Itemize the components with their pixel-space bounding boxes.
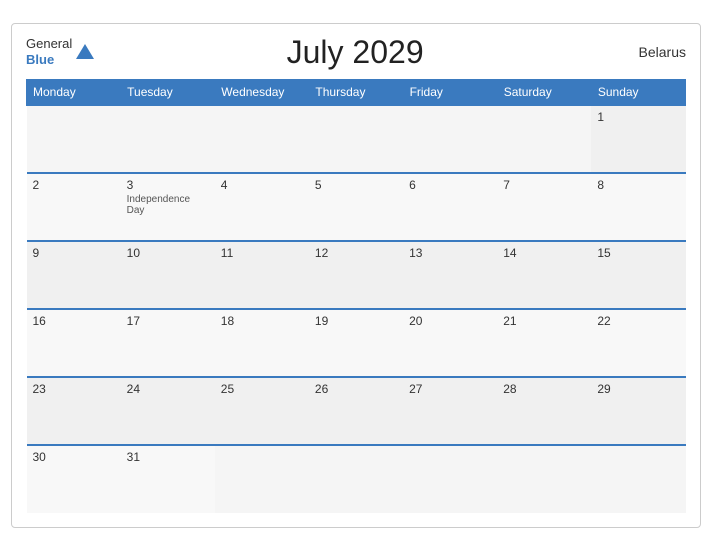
calendar-cell (215, 445, 309, 513)
calendar-cell: 20 (403, 309, 497, 377)
day-number: 16 (33, 314, 115, 328)
calendar-cell: 27 (403, 377, 497, 445)
day-number: 28 (503, 382, 585, 396)
day-number: 18 (221, 314, 303, 328)
day-number: 31 (127, 450, 209, 464)
day-number: 15 (597, 246, 679, 260)
day-number: 20 (409, 314, 491, 328)
day-number: 10 (127, 246, 209, 260)
day-number: 4 (221, 178, 303, 192)
day-number: 12 (315, 246, 397, 260)
logo-blue: Blue (26, 52, 72, 68)
calendar-cell: 26 (309, 377, 403, 445)
logo-text: General Blue (26, 36, 72, 67)
calendar-cell: 8 (591, 173, 685, 241)
calendar-cell: 5 (309, 173, 403, 241)
day-number: 13 (409, 246, 491, 260)
calendar-cell: 17 (121, 309, 215, 377)
day-number: 8 (597, 178, 679, 192)
calendar-cell (403, 445, 497, 513)
header-monday: Monday (27, 79, 121, 105)
day-number: 2 (33, 178, 115, 192)
calendar-cell: 24 (121, 377, 215, 445)
calendar-cell (215, 105, 309, 173)
calendar-cell: 9 (27, 241, 121, 309)
calendar-cell: 15 (591, 241, 685, 309)
calendar-cell: 19 (309, 309, 403, 377)
week-row-1: 1 (27, 105, 686, 173)
week-row-3: 9 10 11 12 13 14 15 (27, 241, 686, 309)
calendar-cell (121, 105, 215, 173)
day-number: 25 (221, 382, 303, 396)
calendar-grid: Monday Tuesday Wednesday Thursday Friday… (26, 79, 686, 513)
calendar-cell: 13 (403, 241, 497, 309)
week-row-2: 23 Independence Day 45678 (27, 173, 686, 241)
day-headers-row: Monday Tuesday Wednesday Thursday Friday… (27, 79, 686, 105)
header-sunday: Sunday (591, 79, 685, 105)
calendar-cell: 23 (27, 377, 121, 445)
calendar-header: General Blue July 2029 Belarus (26, 34, 686, 71)
day-number: 7 (503, 178, 585, 192)
calendar-cell: 29 (591, 377, 685, 445)
day-number: 29 (597, 382, 679, 396)
day-number: 21 (503, 314, 585, 328)
calendar-cell: 2 (27, 173, 121, 241)
day-number: 5 (315, 178, 397, 192)
calendar-cell: 25 (215, 377, 309, 445)
calendar-cell: 30 (27, 445, 121, 513)
logo-general: General (26, 36, 72, 52)
day-number: 6 (409, 178, 491, 192)
calendar-cell (309, 445, 403, 513)
day-number: 14 (503, 246, 585, 260)
calendar-title: July 2029 (94, 34, 616, 71)
day-number: 22 (597, 314, 679, 328)
header-friday: Friday (403, 79, 497, 105)
calendar-cell: 3 Independence Day (121, 173, 215, 241)
calendar-container: General Blue July 2029 Belarus Monday Tu… (11, 23, 701, 528)
calendar-cell: 12 (309, 241, 403, 309)
calendar-cell (497, 445, 591, 513)
calendar-cell: 21 (497, 309, 591, 377)
logo-triangle-icon (76, 44, 94, 59)
calendar-cell: 22 (591, 309, 685, 377)
header-thursday: Thursday (309, 79, 403, 105)
day-number: 26 (315, 382, 397, 396)
header-wednesday: Wednesday (215, 79, 309, 105)
day-number: 30 (33, 450, 115, 464)
logo: General Blue (26, 36, 94, 67)
country-name: Belarus (616, 44, 686, 60)
day-number: 27 (409, 382, 491, 396)
calendar-cell: 16 (27, 309, 121, 377)
calendar-cell: 6 (403, 173, 497, 241)
day-number: 9 (33, 246, 115, 260)
calendar-cell: 18 (215, 309, 309, 377)
day-number: 1 (597, 110, 679, 124)
calendar-cell (27, 105, 121, 173)
calendar-cell (497, 105, 591, 173)
day-number: 24 (127, 382, 209, 396)
calendar-cell: 10 (121, 241, 215, 309)
calendar-cell: 14 (497, 241, 591, 309)
calendar-cell: 31 (121, 445, 215, 513)
calendar-cell: 7 (497, 173, 591, 241)
calendar-cell (591, 445, 685, 513)
calendar-cell: 4 (215, 173, 309, 241)
week-row-5: 23 24 25 26 27 28 29 (27, 377, 686, 445)
week-row-4: 16 17 18 19 20 21 22 (27, 309, 686, 377)
calendar-cell: 11 (215, 241, 309, 309)
day-number: 11 (221, 246, 303, 260)
day-number: 19 (315, 314, 397, 328)
week-row-6: 30 31 (27, 445, 686, 513)
header-tuesday: Tuesday (121, 79, 215, 105)
calendar-cell: 28 (497, 377, 591, 445)
header-saturday: Saturday (497, 79, 591, 105)
calendar-cell (403, 105, 497, 173)
day-number: 23 (33, 382, 115, 396)
event-label: Independence Day (127, 194, 209, 216)
day-number: 17 (127, 314, 209, 328)
calendar-cell (309, 105, 403, 173)
calendar-cell: 1 (591, 105, 685, 173)
day-number: 3 (127, 178, 209, 192)
